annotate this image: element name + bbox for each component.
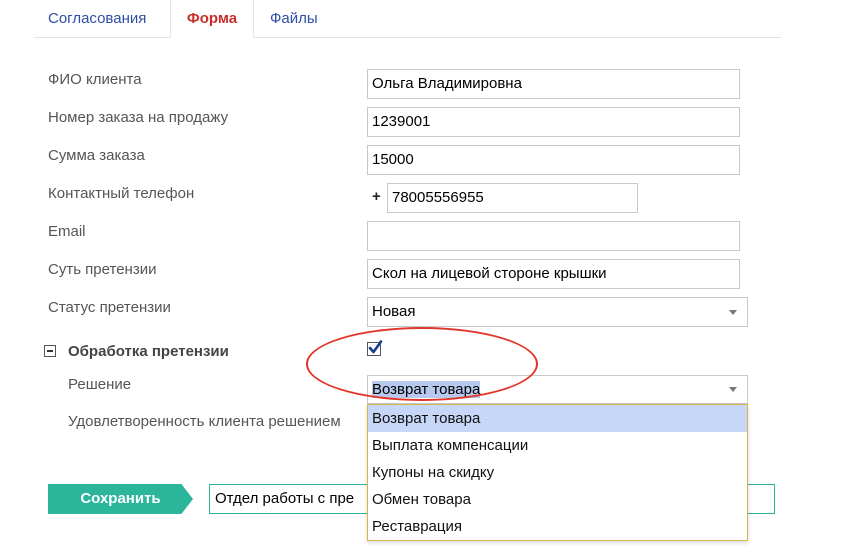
order-number-label: Номер заказа на продажу bbox=[48, 109, 229, 126]
phone-label: Контактный телефон bbox=[48, 185, 195, 202]
claim-essence-input[interactable]: Скол на лицевой стороне крышки bbox=[367, 259, 740, 289]
dropdown-option-coupons[interactable]: Купоны на скидку bbox=[368, 459, 747, 486]
order-number-input[interactable]: 1239001 bbox=[367, 107, 740, 137]
decision-label: Решение bbox=[68, 376, 132, 393]
client-name-input[interactable]: Ольга Владимировна bbox=[367, 69, 740, 99]
claim-status-label: Статус претензии bbox=[48, 299, 171, 316]
dropdown-option-return[interactable]: Возврат товара bbox=[368, 405, 747, 432]
decision-dropdown: Возврат товара Выплата компенсации Купон… bbox=[367, 404, 748, 541]
email-label: Email bbox=[48, 223, 86, 240]
dropdown-option-restoration[interactable]: Реставрация bbox=[368, 513, 747, 540]
tab-approvals[interactable]: Согласования bbox=[48, 0, 146, 37]
email-input[interactable] bbox=[367, 221, 740, 251]
tab-files[interactable]: Файлы bbox=[270, 0, 318, 37]
dropdown-option-exchange[interactable]: Обмен товара bbox=[368, 486, 747, 513]
tab-form[interactable]: Форма bbox=[170, 0, 254, 38]
order-sum-input[interactable]: 15000 bbox=[367, 145, 740, 175]
minus-icon[interactable] bbox=[44, 345, 56, 357]
chevron-down-icon[interactable] bbox=[729, 387, 737, 392]
phone-input[interactable]: 78005556955 bbox=[387, 183, 638, 213]
client-name-label: ФИО клиента bbox=[48, 71, 142, 88]
tab-bar-divider bbox=[34, 37, 781, 38]
claim-status-select[interactable]: Новая bbox=[367, 297, 748, 327]
annotation-oval bbox=[306, 327, 538, 401]
phone-prefix: + bbox=[372, 188, 381, 205]
claim-essence-label: Суть претензии bbox=[48, 261, 157, 278]
chevron-down-icon[interactable] bbox=[729, 310, 737, 315]
dropdown-option-compensation[interactable]: Выплата компенсации bbox=[368, 432, 747, 459]
save-button[interactable]: Сохранить bbox=[48, 484, 193, 514]
satisfaction-label: Удовлетворенность клиента решением bbox=[68, 413, 341, 430]
order-sum-label: Сумма заказа bbox=[48, 147, 145, 164]
processing-section-label: Обработка претензии bbox=[68, 343, 229, 360]
claim-status-value: Новая bbox=[372, 303, 416, 320]
